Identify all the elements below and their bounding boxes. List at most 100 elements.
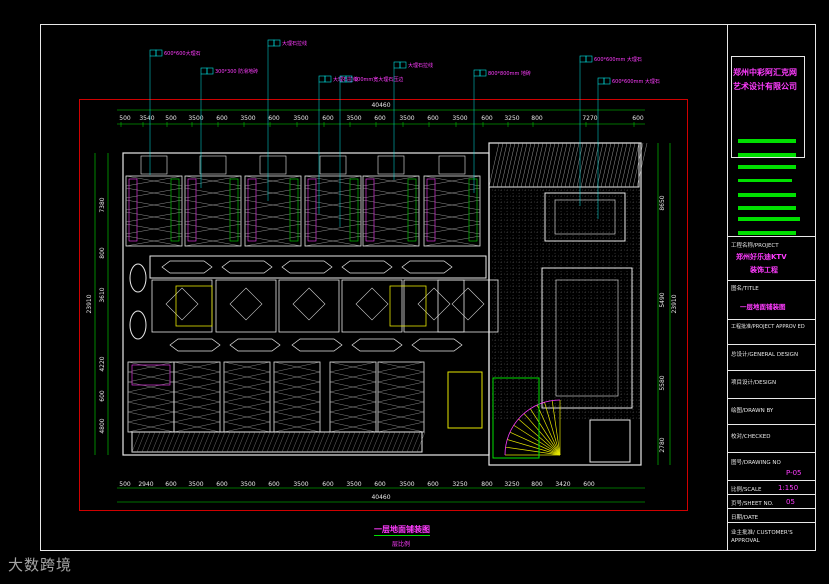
rooms-bottom-row [127,361,426,453]
rooms-middle-row [151,279,499,333]
cad-canvas: 40460 40460 500 3540 500 3500 600 3500 600 3500 60… [0,0,829,580]
east-corner-room [589,419,631,463]
dim-bottom-7: 600 [268,481,280,488]
material-note-3: 大理石拉线 [282,40,307,47]
dim-top-15: 600 [481,115,493,122]
corridor [149,255,487,352]
dim-left-1: 7380 [99,197,106,212]
title-value: 一层地面铺装图 [740,303,786,311]
reception-desk [447,371,483,429]
dimension-lines: 40460 40460 500 3540 500 3500 600 3500 600 3500 60… [86,102,678,503]
corridor-oval-5 [401,260,453,274]
building-outline [122,142,648,466]
dim-top-14: 3500 [452,115,467,122]
lower-oval-4 [351,338,403,352]
drawing-caption-sub: 层比例 [392,541,411,548]
approved-label: 工程批准/PROJECT APPROV ED [731,324,805,330]
dim-top-1: 500 [119,115,131,122]
design-label: 项目设计/DESIGN [731,380,777,386]
lower-oval-1 [169,338,221,352]
title-block-green-bars [738,139,800,249]
material-note-7: 800*800mm 地砖 [488,70,531,77]
dim-right-total: 23910 [671,294,678,313]
lower-oval-3 [291,338,343,352]
material-note-6: 大理石拉线 [408,62,433,69]
dim-top-17: 800 [531,115,543,122]
dim-bottom-18: 3420 [555,481,570,488]
dim-top-16: 3250 [504,115,519,122]
dim-right-2: 5490 [659,292,666,307]
dim-bottom-1: 500 [119,481,131,488]
company-name-line1: 郑州中彩阿汇克网 [733,68,797,77]
dim-bottom-14: 3250 [452,481,467,488]
material-note-1: 600*600大理石 [164,50,201,57]
east-top-hatch-box [488,142,640,188]
room-top-5 [362,175,420,247]
material-note-2: 300*300 防滑地砖 [215,68,258,75]
dim-bottom-12: 3500 [399,481,414,488]
dim-bottom-6: 3500 [240,481,255,488]
dim-top-18: 7270 [582,115,597,122]
dim-top-12: 3500 [399,115,414,122]
dim-top-6: 3500 [240,115,255,122]
dim-bottom-17: 800 [531,481,543,488]
checked-label: 校对/CHECKED [731,434,771,440]
dim-bottom-4: 3500 [188,481,203,488]
dim-top-8: 3500 [293,115,308,122]
date-label: 日期/DATE [731,515,759,521]
dim-right-3: 5580 [659,375,666,390]
dim-bottom-3: 600 [165,481,177,488]
building-west-wing [122,152,490,456]
dim-top-11: 600 [374,115,386,122]
drawing-no-label: 图号/DRAWING NO [731,460,781,466]
lower-oval-5 [411,338,463,352]
watermark-text: 大数跨境 [8,556,73,574]
sheet-border [40,24,816,551]
dim-left-total: 23910 [86,294,93,313]
drawn-by-label: 绘图/DRAWN BY [731,408,774,414]
general-design-label: 总设计/GENERAL DESIGN [731,352,799,358]
dim-total-top: 40460 [371,102,390,109]
dim-left-5: 600 [99,390,106,402]
project-label: 工程名称/PROJECT [731,243,779,249]
room-top-1 [125,175,183,247]
dim-top-5: 600 [216,115,228,122]
dim-top-2: 3540 [139,115,154,122]
material-note-5: 100mm宽大理石压边 [354,76,403,83]
left-oval-bottom [129,310,147,340]
dim-left-4: 4220 [99,356,106,371]
dim-top-3: 500 [165,115,177,122]
drawing-caption: 一层地面铺装图 [374,525,430,536]
dim-top-4: 3500 [188,115,203,122]
material-note-8: 600*600mm 大理石 [594,56,642,63]
dim-bottom-9: 600 [322,481,334,488]
dim-bottom-11: 600 [374,481,386,488]
title-label: 图名/TITLE [731,286,759,292]
dim-bottom-19: 600 [583,481,595,488]
dim-top-13: 600 [427,115,439,122]
title-block: 郑州中彩阿汇克网 艺术设计有限公司 工程名称/PROJECT 郑州好乐迪KTV … [728,24,816,550]
approval-label: 业主批准/ CUSTOMER'S APPROVAL [731,530,793,544]
project-value-1: 郑州好乐迪KTV [736,253,787,261]
left-oval-top [129,263,147,293]
dim-left-2: 800 [99,247,106,259]
material-note-9: 600*600mm 大理石 [612,78,660,85]
room-top-4 [304,175,362,247]
east-large-pattern [541,267,633,409]
dim-top-10: 3500 [346,115,361,122]
corridor-oval-1 [161,260,213,274]
sheet-no-value: 05 [786,498,795,506]
dim-total-bottom: 40460 [371,494,390,501]
room-top-2 [184,175,242,247]
dim-top-9: 600 [322,115,334,122]
dim-bottom-2: 2940 [138,481,153,488]
dim-right-1: 8650 [659,195,666,210]
dim-bottom-8: 3500 [293,481,308,488]
corridor-oval-4 [341,260,393,274]
dim-top-7: 600 [268,115,280,122]
dim-bottom-13: 600 [427,481,439,488]
dim-left-3: 3610 [99,287,106,302]
corridor-oval-2 [221,260,273,274]
plan-boundary [79,99,688,511]
room-top-6 [423,175,481,247]
